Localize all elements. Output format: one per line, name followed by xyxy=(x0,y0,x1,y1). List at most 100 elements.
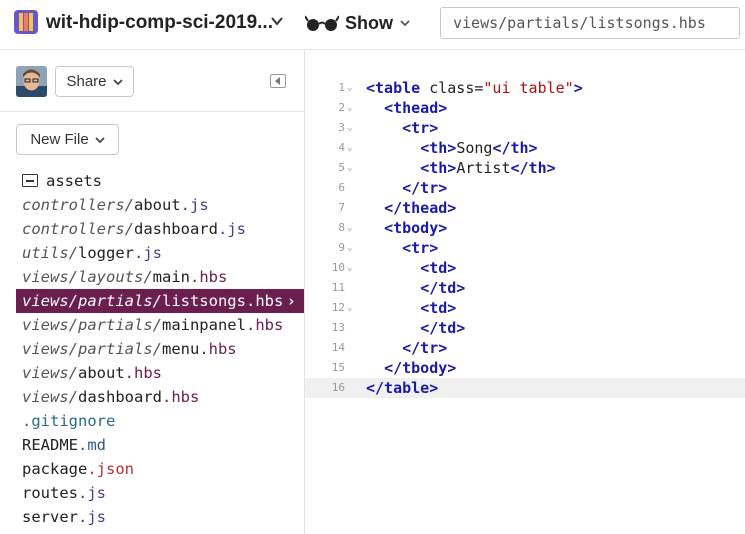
fold-chevron-icon[interactable]: ⌄ xyxy=(347,238,352,258)
share-button[interactable]: Share xyxy=(55,66,134,97)
file-ext: .js xyxy=(134,244,162,262)
project-name[interactable]: wit-hdip-comp-sci-2019... xyxy=(46,12,273,34)
project-logo-icon[interactable] xyxy=(14,10,38,34)
file-ext: .js xyxy=(78,508,106,526)
file-item[interactable]: server.js xyxy=(0,505,304,529)
code-line[interactable]: 12 ⌄ <td> xyxy=(305,298,745,318)
file-item[interactable]: README.md xyxy=(0,433,304,457)
line-number: 8 xyxy=(338,221,345,234)
file-ext: .hbs xyxy=(162,388,200,406)
code-line[interactable]: 16 </table> xyxy=(305,378,745,398)
file-item[interactable]: views/partials/listsongs.hbs › xyxy=(16,289,304,313)
code-line[interactable]: 2 ⌄ <thead> xyxy=(305,98,745,118)
line-number: 16 xyxy=(331,381,345,394)
file-item[interactable]: assets xyxy=(0,169,304,193)
line-number: 3 xyxy=(338,121,345,134)
file-name: logger xyxy=(78,244,134,262)
file-ext: .js xyxy=(78,484,106,502)
code-text: </tbody> xyxy=(366,358,456,378)
code-token: <th> xyxy=(420,139,457,157)
code-line[interactable]: 4 ⌄ <th>Song</th> xyxy=(305,138,745,158)
show-label: Show xyxy=(345,12,393,33)
file-name: listsongs xyxy=(161,292,246,310)
new-file-button[interactable]: New File xyxy=(16,124,119,155)
file-item[interactable]: views/partials/mainpanel.hbs xyxy=(0,313,304,337)
code-token: <table xyxy=(366,79,421,97)
file-item[interactable]: views/partials/menu.hbs xyxy=(0,337,304,361)
code-token: </th> xyxy=(492,139,538,157)
chevron-down-icon[interactable] xyxy=(270,14,284,28)
line-number: 1 xyxy=(338,81,345,94)
file-path-input[interactable]: views/partials/listsongs.hbs xyxy=(440,7,740,39)
code-line[interactable]: 1 ⌄ <table class="ui table"> xyxy=(305,78,745,98)
code-token: </tbody> xyxy=(384,359,457,377)
line-number: 12 xyxy=(331,301,345,314)
code-token: <td> xyxy=(420,259,457,277)
code-line[interactable]: 7 </thead> xyxy=(305,198,745,218)
collapse-sidebar-icon[interactable] xyxy=(270,74,286,88)
line-number: 9 xyxy=(338,241,345,254)
code-text: <td> xyxy=(366,298,456,318)
line-number: 5 xyxy=(338,161,345,174)
chevron-down-icon xyxy=(400,20,410,27)
file-item[interactable]: controllers/about.js xyxy=(0,193,304,217)
code-text: </tr> xyxy=(366,178,447,198)
code-token: <tr> xyxy=(402,239,439,257)
code-line[interactable]: 9 ⌄ <tr> xyxy=(305,238,745,258)
archive-box-icon xyxy=(22,174,38,187)
code-line[interactable]: 10 ⌄ <td> xyxy=(305,258,745,278)
code-line[interactable]: 5 ⌄ <th>Artist</th> xyxy=(305,158,745,178)
glasses-icon xyxy=(305,15,339,31)
file-item[interactable]: views/layouts/main.hbs xyxy=(0,265,304,289)
code-line[interactable]: 6 </tr> xyxy=(305,178,745,198)
code-line[interactable]: 3 ⌄ <tr> xyxy=(305,118,745,138)
code-token: </tr> xyxy=(402,339,448,357)
top-bar: wit-hdip-comp-sci-2019... Show views/par… xyxy=(0,0,745,50)
file-ext: .hbs xyxy=(245,316,284,334)
file-name: assets xyxy=(46,172,102,190)
show-button[interactable]: Show xyxy=(305,10,411,36)
fold-chevron-icon[interactable]: ⌄ xyxy=(347,118,352,138)
fold-chevron-icon[interactable]: ⌄ xyxy=(347,138,352,158)
fold-chevron-icon[interactable]: ⌄ xyxy=(347,158,352,178)
file-item[interactable]: utils/logger.js xyxy=(0,241,304,265)
code-line[interactable]: 14 </tr> xyxy=(305,338,745,358)
file-item[interactable]: .gitignore xyxy=(0,409,304,433)
code-line[interactable]: 11 </td> xyxy=(305,278,745,298)
file-item[interactable]: views/dashboard.hbs xyxy=(0,385,304,409)
code-text: <table class="ui table"> xyxy=(366,78,583,98)
code-lines[interactable]: 1 ⌄ <table class="ui table"> 2 ⌄ <thead> 3 ⌄ <… xyxy=(305,78,745,398)
fold-chevron-icon[interactable]: ⌄ xyxy=(347,78,352,98)
file-name: dashboard xyxy=(78,388,162,406)
fold-chevron-icon[interactable]: ⌄ xyxy=(347,218,352,238)
file-item[interactable]: package.json xyxy=(0,457,304,481)
code-editor[interactable]: 1 ⌄ <table class="ui table"> 2 ⌄ <thead> 3 ⌄ <… xyxy=(305,50,745,534)
code-token: <td> xyxy=(420,299,457,317)
line-number: 2 xyxy=(338,101,345,114)
fold-chevron-icon[interactable]: ⌄ xyxy=(347,258,352,278)
code-token: <tbody> xyxy=(384,219,448,237)
file-options-icon[interactable]: › xyxy=(287,289,296,313)
fold-chevron-icon[interactable]: ⌄ xyxy=(347,298,352,318)
code-line[interactable]: 15 </tbody> xyxy=(305,358,745,378)
code-line[interactable]: 8 ⌄ <tbody> xyxy=(305,218,745,238)
file-name: routes xyxy=(22,484,78,502)
file-item[interactable]: views/about.hbs xyxy=(0,361,304,385)
code-token: </td> xyxy=(420,279,466,297)
line-number: 15 xyxy=(331,361,345,374)
file-item[interactable]: routes.js xyxy=(0,481,304,505)
code-token: <thead> xyxy=(384,99,448,117)
file-name: .gitignore xyxy=(22,412,116,430)
file-dir: controllers/ xyxy=(22,220,134,238)
code-line[interactable]: 13 </td> xyxy=(305,318,745,338)
file-name: about xyxy=(78,364,125,382)
avatar[interactable] xyxy=(16,66,47,97)
line-number: 13 xyxy=(331,321,345,334)
line-number: 11 xyxy=(331,281,345,294)
code-token: "ui table" xyxy=(483,79,574,97)
file-item[interactable]: controllers/dashboard.js xyxy=(0,217,304,241)
code-text: <tr> xyxy=(366,238,438,258)
code-token: class= xyxy=(420,79,484,97)
fold-chevron-icon[interactable]: ⌄ xyxy=(347,98,352,118)
file-ext: .js xyxy=(217,220,246,238)
